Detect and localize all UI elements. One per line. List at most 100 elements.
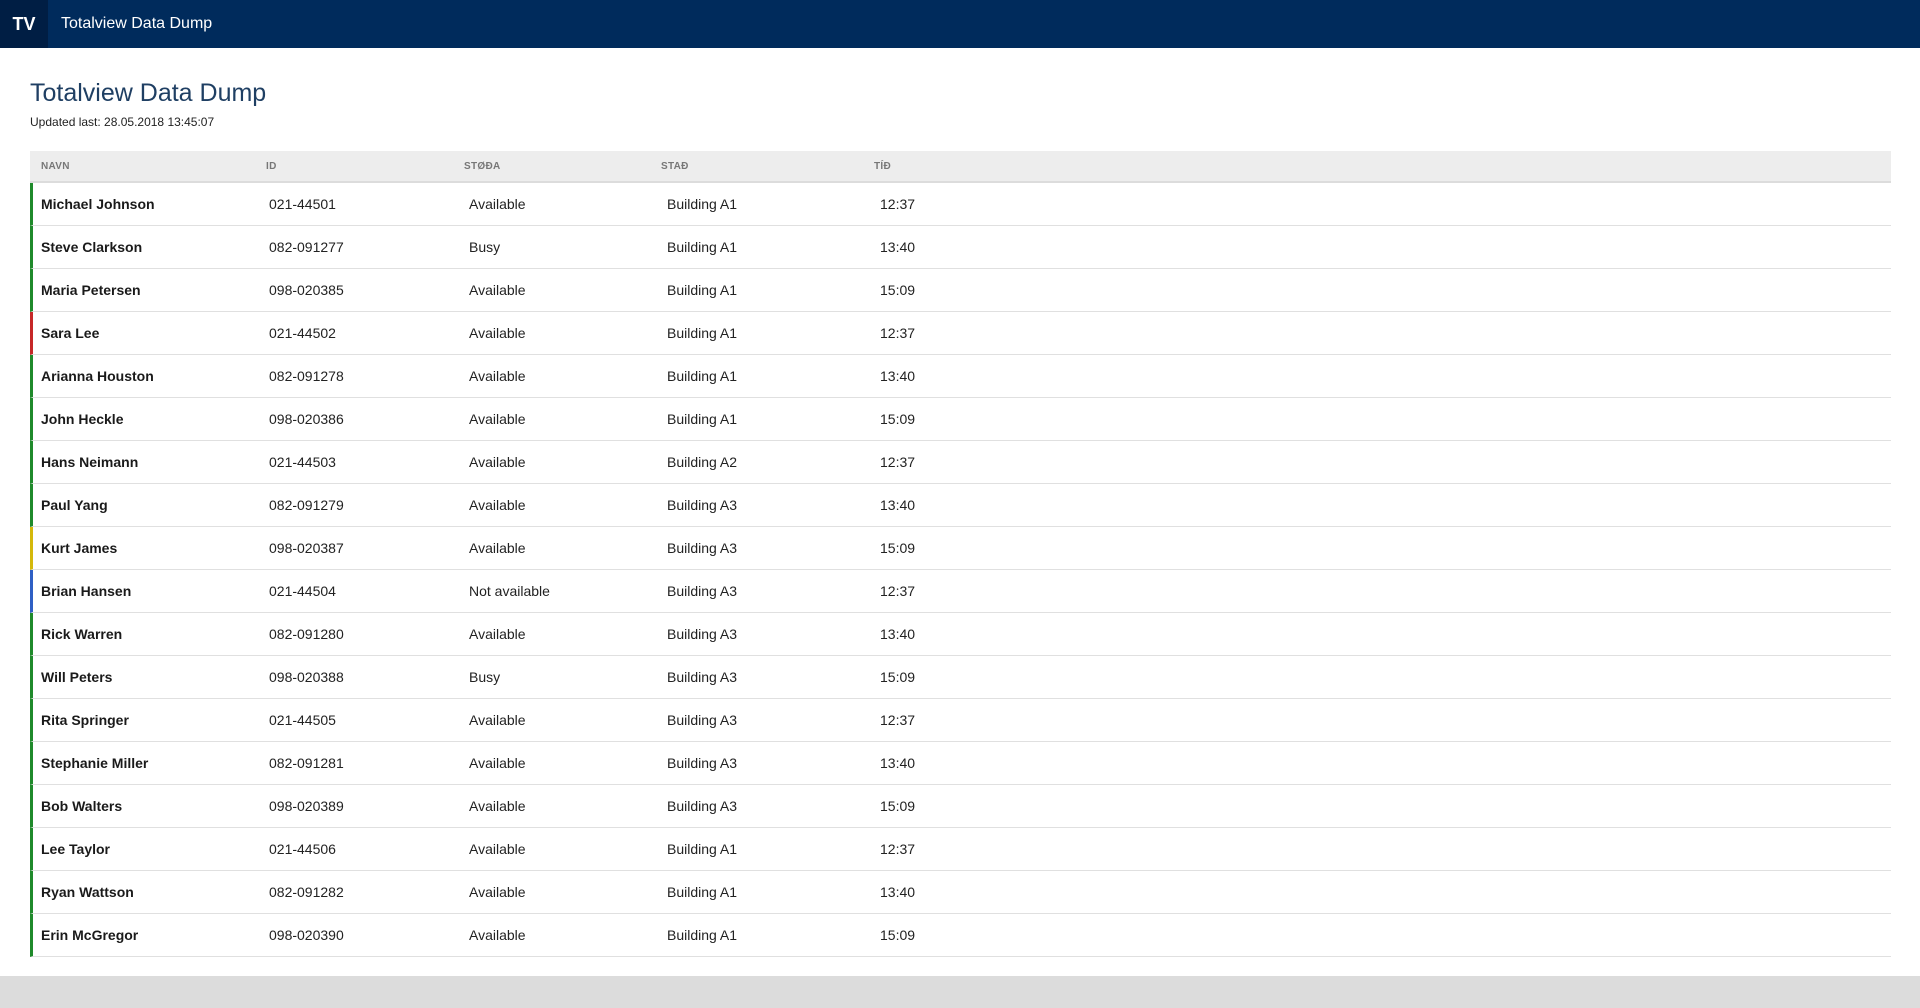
cell-time: 13:40: [880, 755, 916, 771]
cell-name: Brian Hansen: [33, 583, 269, 599]
table-row[interactable]: Stephanie Miller 082-091281 Available Build…: [30, 742, 1891, 785]
cell-id: 021-44506: [269, 841, 336, 857]
cell-time: 12:37: [880, 583, 916, 599]
cell-name: Erin McGregor: [33, 927, 269, 943]
cell-location: Building A3: [667, 798, 738, 814]
table-row[interactable]: Brian Hansen 021-44504 Not available Buildi…: [30, 570, 1891, 613]
cell-status: Busy: [469, 239, 501, 255]
cell-location: Building A1: [667, 927, 738, 943]
cell-status: Available: [469, 325, 526, 341]
table-row[interactable]: Kurt James 098-020387 Available Building A3…: [30, 527, 1891, 570]
table-row[interactable]: Erin McGregor 098-020390 Available Building…: [30, 914, 1891, 957]
cell-location: Building A3: [667, 583, 738, 599]
cell-name: Lee Taylor: [33, 841, 269, 857]
main-content: Totalview Data Dump Updated last: 28.05.…: [0, 48, 1920, 976]
data-table: NAVN ID STØÐA STAÐ TÍÐ Michael Johnson 02…: [30, 151, 1891, 957]
cell-status: Available: [469, 540, 526, 556]
cell-location: Building A1: [667, 884, 738, 900]
cell-id: 082-091281: [269, 755, 344, 771]
column-header-navn[interactable]: NAVN: [30, 161, 266, 172]
cell-time: 12:37: [880, 325, 916, 341]
table-row[interactable]: Ryan Wattson 082-091282 Available Building …: [30, 871, 1891, 914]
cell-id: 098-020390: [269, 927, 344, 943]
table-row[interactable]: Hans Neimann 021-44503 Available Building A…: [30, 441, 1891, 484]
cell-id: 021-44501: [269, 196, 336, 212]
table-header: NAVN ID STØÐA STAÐ TÍÐ: [30, 151, 1891, 183]
cell-location: Building A3: [667, 540, 738, 556]
cell-name: Ryan Wattson: [33, 884, 269, 900]
cell-name: Kurt James: [33, 540, 269, 556]
cell-id: 021-44504: [269, 583, 336, 599]
cell-location: Building A1: [667, 282, 738, 298]
table-row[interactable]: Maria Petersen 098-020385 Available Buildin…: [30, 269, 1891, 312]
cell-name: Rita Springer: [33, 712, 269, 728]
person-name: Kurt James: [41, 540, 118, 556]
app-logo[interactable]: TV: [0, 0, 48, 48]
cell-location: Building A1: [667, 411, 738, 427]
table-row[interactable]: Paul Yang 082-091279 Available Building A3 1…: [30, 484, 1891, 527]
cell-location: Building A1: [667, 841, 738, 857]
cell-status: Available: [469, 626, 526, 642]
column-header-id[interactable]: ID: [266, 161, 464, 172]
table-row[interactable]: Rita Springer 021-44505 Available Building …: [30, 699, 1891, 742]
cell-time: 15:09: [880, 669, 916, 685]
cell-status: Available: [469, 196, 526, 212]
person-name: Steve Clarkson: [41, 239, 143, 255]
person-name: Lee Taylor: [41, 841, 110, 857]
cell-time: 15:09: [880, 927, 916, 943]
table-row[interactable]: Lee Taylor 021-44506 Available Building A1 1…: [30, 828, 1891, 871]
cell-name: Will Peters: [33, 669, 269, 685]
person-name: Sara Lee: [41, 325, 100, 341]
cell-location: Building A2: [667, 454, 738, 470]
cell-status: Available: [469, 841, 526, 857]
table-row[interactable]: John Heckle 098-020386 Available Building A…: [30, 398, 1891, 441]
cell-name: Sara Lee: [33, 325, 269, 341]
column-header-stoda[interactable]: STØÐA: [464, 161, 661, 172]
table-row[interactable]: Steve Clarkson 082-091277 Busy Building A1 1…: [30, 226, 1891, 269]
cell-time: 13:40: [880, 497, 916, 513]
cell-status: Available: [469, 927, 526, 943]
cell-name: Steve Clarkson: [33, 239, 269, 255]
column-header-tid[interactable]: TÍÐ: [874, 161, 994, 172]
cell-id: 021-44502: [269, 325, 336, 341]
cell-location: Building A3: [667, 626, 738, 642]
person-name: Rita Springer: [41, 712, 129, 728]
table-row[interactable]: Will Peters 098-020388 Busy Building A3 15:0…: [30, 656, 1891, 699]
cell-time: 13:40: [880, 239, 916, 255]
person-name: Michael Johnson: [41, 196, 155, 212]
cell-id: 082-091278: [269, 368, 344, 384]
person-name: Erin McGregor: [41, 927, 139, 943]
table-row[interactable]: Rick Warren 082-091280 Available Building A…: [30, 613, 1891, 656]
top-bar: TV Totalview Data Dump: [0, 0, 1920, 48]
cell-location: Building A3: [667, 497, 738, 513]
cell-time: 15:09: [880, 798, 916, 814]
cell-status: Available: [469, 454, 526, 470]
table-row[interactable]: Arianna Houston 082-091278 Available Buildi…: [30, 355, 1891, 398]
cell-status: Available: [469, 368, 526, 384]
cell-time: 15:09: [880, 411, 916, 427]
table-row[interactable]: Michael Johnson 021-44501 Available Buildin…: [30, 183, 1891, 226]
cell-name: Stephanie Miller: [33, 755, 269, 771]
cell-id: 098-020385: [269, 282, 344, 298]
person-name: Ryan Wattson: [41, 884, 134, 900]
cell-id: 098-020389: [269, 798, 344, 814]
person-name: Stephanie Miller: [41, 755, 149, 771]
person-name: Bob Walters: [41, 798, 123, 814]
cell-status: Busy: [469, 669, 501, 685]
cell-id: 098-020386: [269, 411, 344, 427]
table-row[interactable]: Sara Lee 021-44502 Available Building A1 12:…: [30, 312, 1891, 355]
cell-time: 12:37: [880, 454, 916, 470]
column-header-stad[interactable]: STAÐ: [661, 161, 874, 172]
cell-id: 098-020388: [269, 669, 344, 685]
app-title[interactable]: Totalview Data Dump: [61, 15, 212, 33]
page-title: Totalview Data Dump: [30, 79, 267, 107]
cell-time: 13:40: [880, 884, 916, 900]
table-row[interactable]: Bob Walters 098-020389 Available Building A…: [30, 785, 1891, 828]
cell-status: Available: [469, 884, 526, 900]
cell-id: 082-091280: [269, 626, 344, 642]
cell-id: 021-44503: [269, 454, 336, 470]
last-updated-text: Updated last: 28.05.2018 13:45:07: [30, 115, 215, 129]
person-name: Paul Yang: [41, 497, 108, 513]
cell-time: 15:09: [880, 282, 916, 298]
cell-id: 082-091279: [269, 497, 344, 513]
